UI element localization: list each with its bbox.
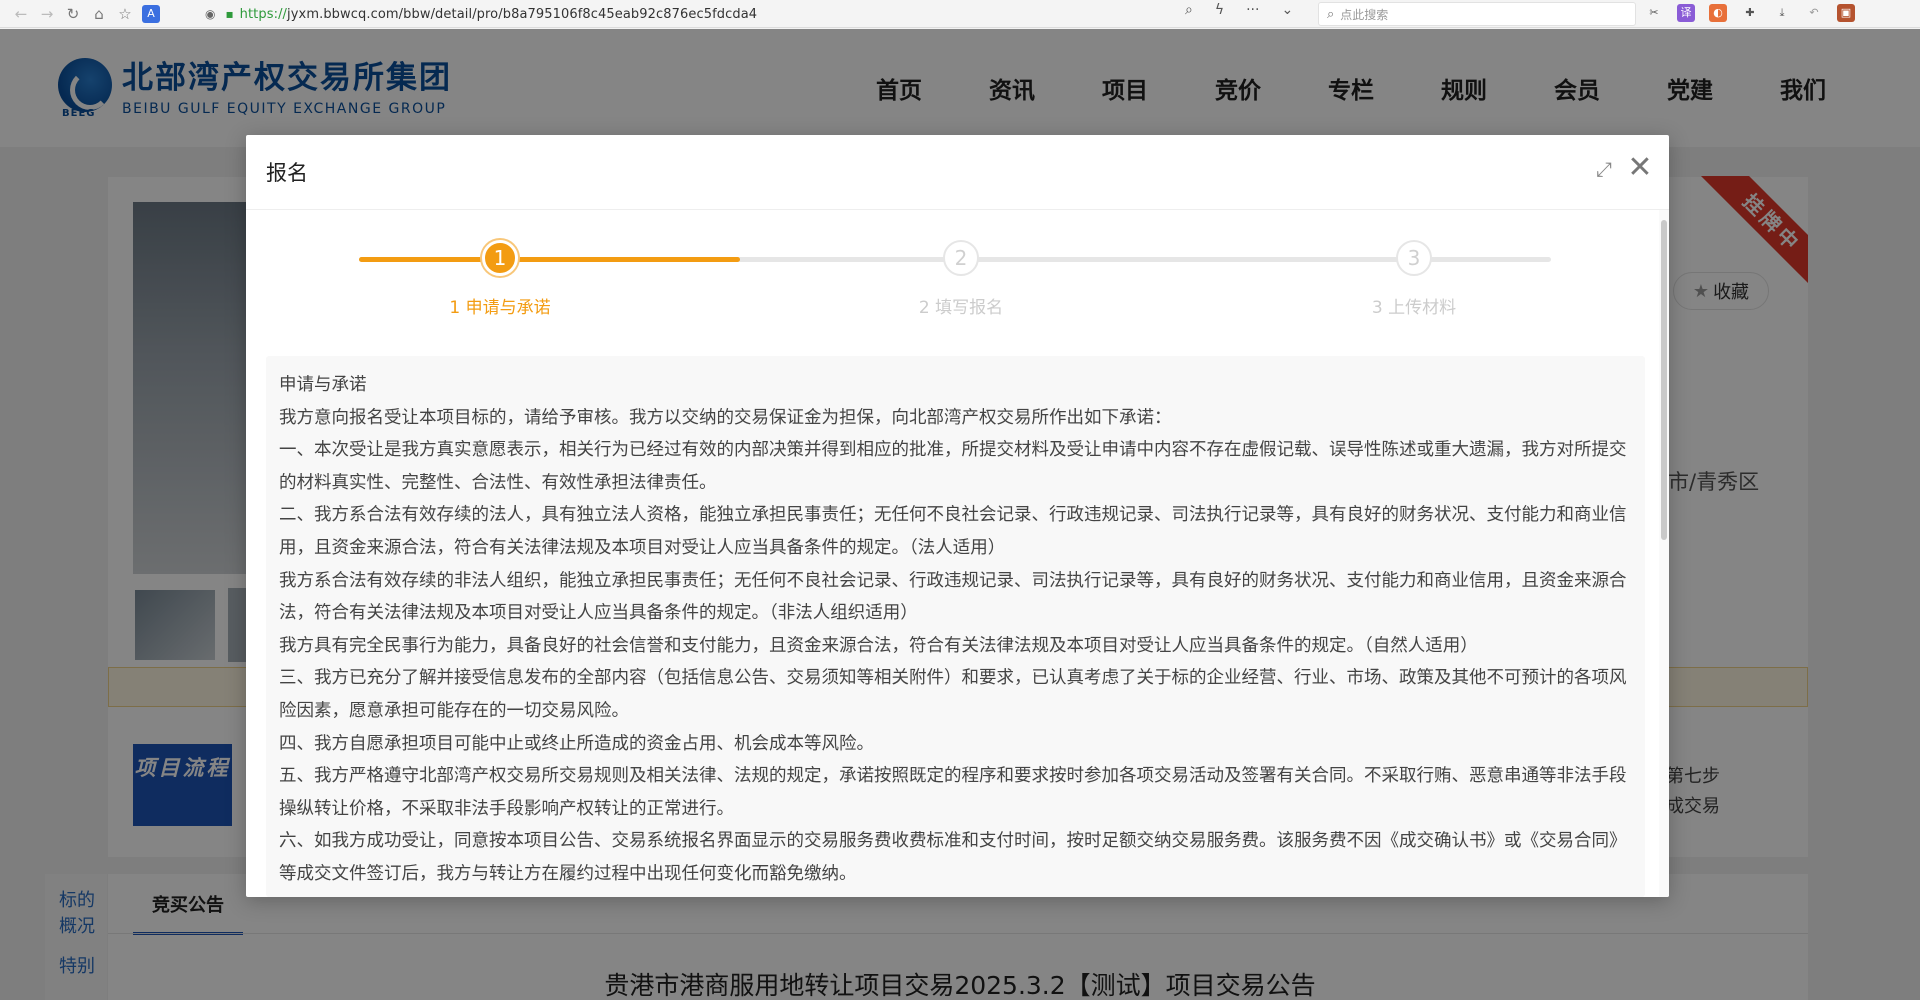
lightning-icon[interactable]: ϟ — [1215, 2, 1224, 18]
step-3-circle: 3 — [1396, 240, 1432, 276]
expand-icon[interactable]: ⤢ — [1592, 157, 1616, 181]
step-2-label: 2 填写报名 — [918, 298, 1004, 318]
commitment-paragraph: 六、如我方成功受让，同意按本项目公告、交易系统报名界面显示的交易服务费收费标准和… — [279, 831, 1627, 884]
back-icon[interactable]: ← — [8, 5, 34, 23]
browser-toolbar: ← → ↻ ⌂ ☆ A ◉ ▪ https://jyxm.bbwcq.com/b… — [0, 0, 1920, 28]
site-info-icon[interactable]: ◉ — [205, 7, 215, 21]
commitment-heading: 申请与承诺 — [279, 375, 367, 395]
commitment-paragraph: 我方系合法有效存续的非法人组织，能独立承担民事责任；无任何不良社会记录、行政违规… — [279, 570, 1627, 624]
search-placeholder: 点此搜索 — [1340, 7, 1389, 22]
reload-icon[interactable]: ↻ — [60, 5, 86, 23]
undo-icon[interactable]: ↶ — [1805, 4, 1823, 22]
step-2-circle: 2 — [943, 240, 979, 276]
step-1-label: 1 申请与承诺 — [449, 298, 551, 318]
search-icon: ⌕ — [1327, 6, 1335, 22]
puzzle-icon[interactable]: ✚ — [1741, 4, 1759, 22]
progress-fill — [359, 257, 741, 262]
browser-search-input[interactable]: ⌕ 点此搜索 — [1318, 2, 1636, 26]
commitment-paragraph: 五、我方严格遵守北部湾产权交易所交易规则及相关法律、法规的规定，承诺按照既定的程… — [279, 766, 1627, 819]
scrollbar-thumb[interactable] — [1661, 220, 1667, 540]
commitment-paragraph: 四、我方自愿承担项目可能中止或终止所造成的资金占用、机会成本等风险。 — [279, 733, 874, 754]
commitment-text-box[interactable]: 申请与承诺 我方意向报名受让本项目标的，请给予审核。我方以交纳的交易保证金为担保… — [266, 356, 1645, 897]
url-text: https://jyxm.bbwcq.com/bbw/detail/pro/b8… — [239, 6, 758, 22]
modal-header: 报名 ⤢ ✕ — [246, 135, 1669, 210]
commitment-paragraph: 一、本次受让是我方真实意愿表示，相关行为已经过有效的内部决策并得到相应的批准，所… — [279, 440, 1627, 493]
step-3-label: 3 上传材料 — [1371, 298, 1457, 318]
commitment-paragraph: 二、我方系合法有效存续的法人，具有独立法人资格，能独立承担民事责任；无任何不良社… — [279, 505, 1627, 558]
more-icon[interactable]: ··· — [1246, 2, 1259, 18]
commitment-paragraph: 三、我方已充分了解并接受信息发布的全部内容（包括信息公告、交易须知等相关附件）和… — [279, 668, 1627, 721]
zoom-icon[interactable]: ⌕ — [1185, 2, 1193, 18]
scissors-icon[interactable]: ✂ — [1645, 4, 1663, 22]
bookmark-star-icon[interactable]: ☆ — [112, 5, 138, 23]
registration-modal: 报名 ⤢ ✕ 1 2 3 1 申请与承诺 2 填写报名 3 上传材料 申请与承诺… — [246, 135, 1669, 897]
step-1-circle: 1 — [482, 240, 518, 276]
modal-scrollbar[interactable] — [1659, 210, 1669, 897]
lock-icon: ▪ — [225, 7, 234, 21]
close-icon[interactable]: ✕ — [1626, 153, 1654, 183]
chevron-down-icon[interactable]: ⌄ — [1281, 2, 1293, 18]
forward-icon[interactable]: → — [34, 5, 60, 23]
address-bar[interactable]: ◉ ▪ https://jyxm.bbwcq.com/bbw/detail/pr… — [205, 3, 1305, 25]
translate-extension-icon[interactable]: A — [142, 4, 160, 23]
download-icon[interactable]: ⤓ — [1773, 4, 1791, 22]
commitment-paragraph: 我方具有完全民事行为能力，具备良好的社会信誉和支付能力，且资金来源合法，符合有关… — [279, 635, 1478, 656]
game-icon[interactable]: ◐ — [1709, 4, 1727, 22]
commitment-paragraph: 我方意向报名受让本项目标的，请给予审核。我方以交纳的交易保证金为担保，向北部湾产… — [279, 407, 1172, 428]
modal-title: 报名 — [266, 161, 308, 185]
extension-purple-icon[interactable]: 译 — [1677, 4, 1695, 22]
home-icon[interactable]: ⌂ — [86, 5, 112, 23]
briefcase-icon[interactable]: ▣ — [1837, 4, 1855, 22]
